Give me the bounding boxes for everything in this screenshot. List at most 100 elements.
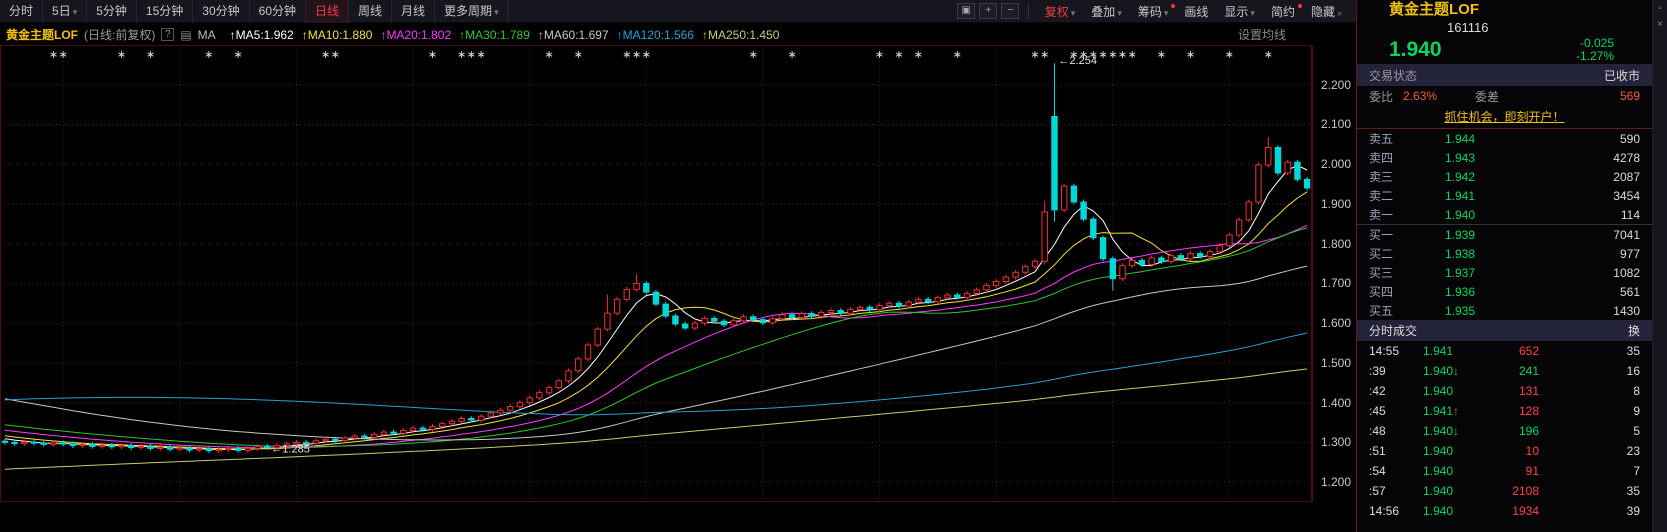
svg-text:∗: ∗ <box>622 49 631 61</box>
price-axis: 2.2002.1002.0001.9001.8001.7001.6001.500… <box>1312 45 1356 502</box>
help-icon[interactable]: ? <box>161 28 174 41</box>
tape-time: :45 <box>1369 404 1413 418</box>
new-badge-dot <box>1171 4 1175 8</box>
open-account-link[interactable]: 抓住机会，即刻开户！ <box>1444 110 1564 124</box>
tape-row-6: :541.940917 <box>1357 461 1652 481</box>
ob-price: 1.943 <box>1445 151 1507 165</box>
ob-price: 1.938 <box>1445 247 1507 261</box>
svg-text:∗: ∗ <box>1225 49 1234 61</box>
svg-text:∗: ∗ <box>749 49 758 61</box>
svg-text:∗: ∗ <box>49 49 58 61</box>
svg-text:∗: ∗ <box>1157 49 1166 61</box>
price-tick: 1.500 <box>1321 356 1351 370</box>
jianyue-button[interactable]: 简约 <box>1263 3 1303 20</box>
chevron-down-icon: ▾ <box>494 7 499 17</box>
tape-count: 35 <box>1606 484 1640 498</box>
tape-price: 1.940 <box>1423 504 1473 518</box>
ask-row-5[interactable]: 卖五1.944590 <box>1357 129 1652 148</box>
diejia-button[interactable]: 叠加▾ <box>1083 3 1130 20</box>
tape-price: 1.940↓ <box>1423 364 1473 378</box>
tape-header-label: 分时成交 <box>1369 322 1417 339</box>
tape-row-7: :571.940210835 <box>1357 481 1652 501</box>
chevron-down-icon: ▾ <box>1250 8 1255 18</box>
ob-volume: 3454 <box>1613 189 1640 203</box>
tab-period-fenshi[interactable]: 分时 <box>0 0 43 23</box>
ob-volume: 1082 <box>1613 266 1640 280</box>
ob-volume: 1430 <box>1613 304 1640 318</box>
ob-volume: 590 <box>1620 132 1640 146</box>
ob-price: 1.942 <box>1445 170 1507 184</box>
chart-mode-label: (日线:前复权) <box>84 26 155 43</box>
toolbar-right-buttons: ▣+−│复权▾叠加▾筹码▾画线显示▾简约隐藏» <box>955 3 1356 20</box>
price-tick: 2.100 <box>1321 117 1351 131</box>
ob-price: 1.935 <box>1445 304 1507 318</box>
ma-label-ma120: ↑MA120:1.566 <box>617 28 694 42</box>
svg-text:∗: ∗ <box>953 49 962 61</box>
panel-collapse-strip[interactable]: ▫× <box>1652 0 1667 532</box>
tab-period-monthly[interactable]: 月线 <box>392 0 435 23</box>
tab-period-5day[interactable]: 5日▾ <box>43 0 87 23</box>
bid-row-4[interactable]: 买四1.936561 <box>1357 282 1652 301</box>
price-tick: 1.900 <box>1321 197 1351 211</box>
ask-row-2[interactable]: 卖二1.9413454 <box>1357 186 1652 205</box>
time-sales-list[interactable]: 14:551.94165235:391.940↓24116:421.940131… <box>1357 341 1652 521</box>
zoom-out-icon[interactable]: − <box>1001 3 1019 19</box>
tape-time: :39 <box>1369 364 1413 378</box>
weibi-value: 2.63% <box>1403 89 1437 103</box>
fuquan-button[interactable]: 复权▾ <box>1037 3 1084 20</box>
close-icon[interactable]: × <box>1657 19 1663 31</box>
tab-period-more-period[interactable]: 更多周期▾ <box>435 0 509 23</box>
chouma-button[interactable]: 筹码▾ <box>1130 3 1177 20</box>
tape-count: 5 <box>1606 424 1640 438</box>
tab-period-daily[interactable]: 日线 <box>306 0 349 23</box>
indicator-icon[interactable]: ▤ <box>180 28 191 42</box>
ask-row-3[interactable]: 卖三1.9422087 <box>1357 167 1652 186</box>
huaxian-button[interactable]: 画线 <box>1176 3 1216 20</box>
bid-row-3[interactable]: 买三1.9371082 <box>1357 263 1652 282</box>
ob-price: 1.940 <box>1445 208 1507 222</box>
tape-price: 1.940 <box>1423 444 1473 458</box>
tape-time: 14:56 <box>1369 504 1413 518</box>
ma-values: ↑MA5:1.962↑MA10:1.880↑MA20:1.802↑MA30:1.… <box>222 28 780 42</box>
ma-label-ma10: ↑MA10:1.880 <box>302 28 373 42</box>
open-account-ad[interactable]: 抓住机会，即刻开户！ <box>1357 106 1652 128</box>
candlestick-chart[interactable]: ∗∗∗∗∗∗∗∗∗∗∗∗∗∗∗∗∗∗∗∗∗∗∗∗∗∗∗∗∗∗∗∗∗∗∗∗←2.2… <box>0 45 1312 502</box>
ob-side-label: 卖一 <box>1369 206 1405 223</box>
weicha-label: 委差 <box>1475 88 1499 105</box>
bid-row-5[interactable]: 买五1.9351430 <box>1357 301 1652 320</box>
change-pct: -1.27% <box>1576 50 1614 63</box>
svg-text:∗: ∗ <box>574 49 583 61</box>
ask-row-1[interactable]: 卖一1.940114 <box>1357 205 1652 224</box>
zoom-in-icon[interactable]: + <box>979 3 997 19</box>
tape-price: 1.940 <box>1423 384 1473 398</box>
svg-text:∗: ∗ <box>467 49 476 61</box>
xianshi-button[interactable]: 显示▾ <box>1216 3 1263 20</box>
tab-period-30min[interactable]: 30分钟 <box>193 0 249 23</box>
tape-row-4: :481.940↓1965 <box>1357 421 1652 441</box>
chart-area: ∗∗∗∗∗∗∗∗∗∗∗∗∗∗∗∗∗∗∗∗∗∗∗∗∗∗∗∗∗∗∗∗∗∗∗∗←2.2… <box>0 45 1312 502</box>
tab-period-60min[interactable]: 60分钟 <box>250 0 306 23</box>
tape-price: 1.941 <box>1423 344 1473 358</box>
bid-row-2[interactable]: 买二1.938977 <box>1357 244 1652 263</box>
tab-period-weekly[interactable]: 周线 <box>349 0 392 23</box>
tab-period-15min[interactable]: 15分钟 <box>137 0 193 23</box>
svg-text:∗: ∗ <box>875 49 884 61</box>
tape-volume: 2108 <box>1473 484 1539 498</box>
ob-side-label: 卖四 <box>1369 149 1405 166</box>
ob-price: 1.936 <box>1445 285 1507 299</box>
window-icon[interactable]: ▫ <box>1658 3 1662 15</box>
ma-label-ma20: ↑MA20:1.802 <box>380 28 451 42</box>
bid-row-1[interactable]: 买一1.9397041 <box>1357 225 1652 244</box>
weibi-row: 委比 2.63% 委差 569 <box>1357 86 1652 106</box>
tab-period-5min[interactable]: 5分钟 <box>87 0 137 23</box>
svg-text:∗: ∗ <box>1030 49 1039 61</box>
set-ma-button[interactable]: 设置均线 <box>1238 26 1286 43</box>
pin-icon[interactable]: ▣ <box>957 3 975 19</box>
yincang-button[interactable]: 隐藏» <box>1303 3 1350 20</box>
svg-text:∗: ∗ <box>233 49 242 61</box>
price-tick: 2.000 <box>1321 157 1351 171</box>
tape-volume: 241 <box>1473 364 1539 378</box>
ma-dropdown-button[interactable]: MA <box>198 28 216 42</box>
tape-switch-button[interactable]: 换 <box>1628 322 1640 339</box>
ask-row-4[interactable]: 卖四1.9434278 <box>1357 148 1652 167</box>
